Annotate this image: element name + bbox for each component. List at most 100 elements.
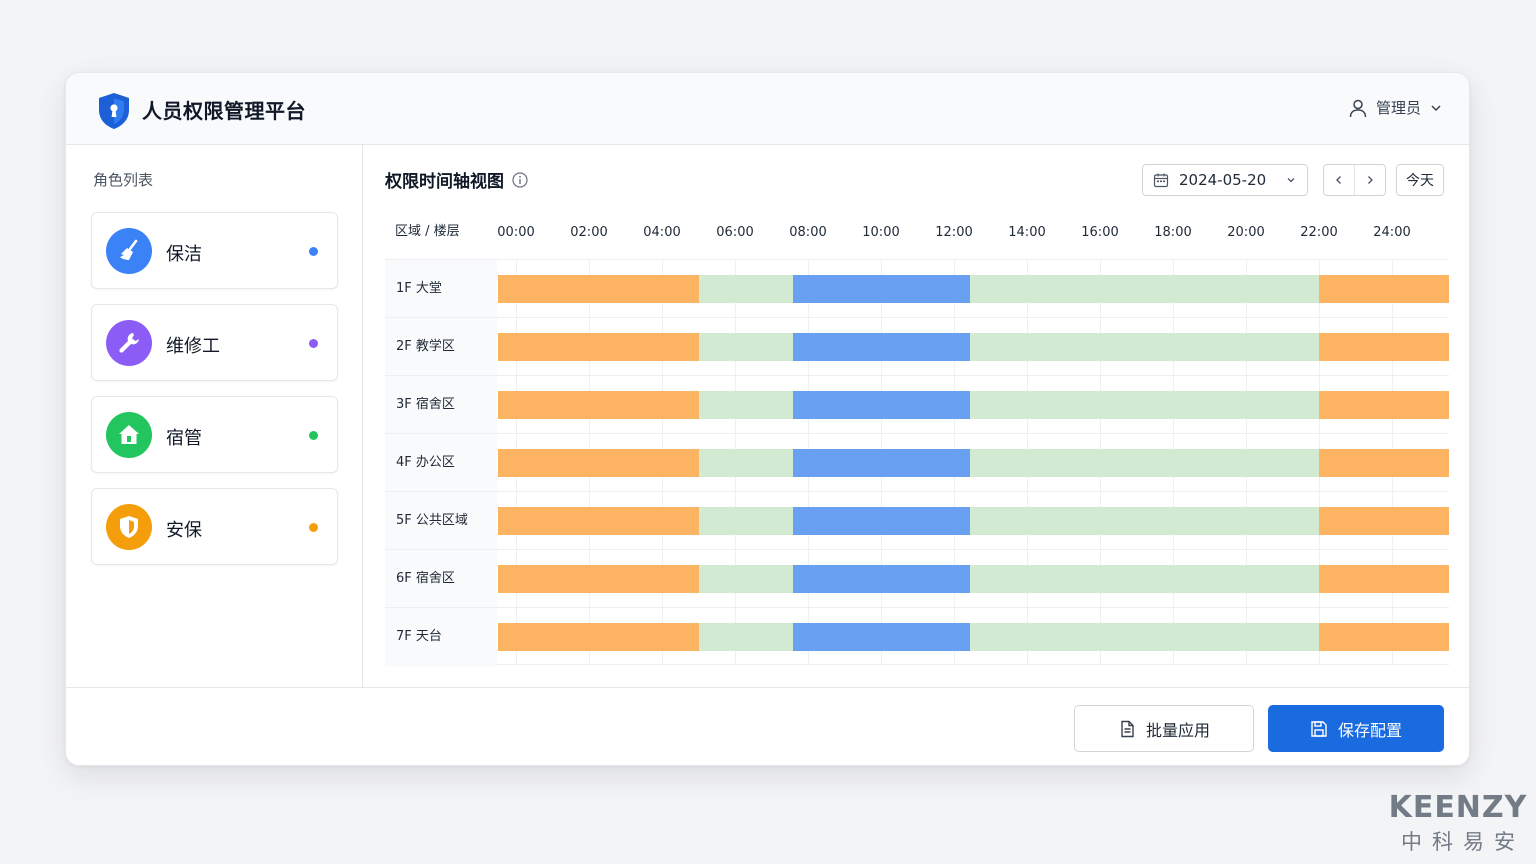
time-tick-label: 18:00 — [1154, 225, 1192, 240]
permission-segment-green[interactable] — [970, 623, 1319, 651]
role-card-cleaner[interactable]: 保洁 — [91, 212, 338, 289]
time-tick-label: 20:00 — [1227, 225, 1265, 240]
timeline-row: 6F 宿舍区 — [385, 549, 1449, 608]
permission-segment-green[interactable] — [698, 449, 794, 477]
time-tick-label: 16:00 — [1081, 225, 1119, 240]
permission-segment-orange[interactable] — [497, 565, 699, 593]
info-icon[interactable] — [512, 171, 528, 188]
permission-segment-blue[interactable] — [793, 333, 971, 361]
date-nav-group — [1323, 164, 1386, 196]
batch-apply-button[interactable]: 批量应用 — [1074, 705, 1254, 752]
permission-segment-blue[interactable] — [793, 449, 971, 477]
panel-title: 权限时间轴视图 — [385, 167, 528, 192]
permission-segment-green[interactable] — [970, 565, 1319, 593]
permission-segment-green[interactable] — [970, 275, 1319, 303]
permission-segment-orange[interactable] — [497, 275, 699, 303]
app-header: 人员权限管理平台 管理员 — [66, 73, 1469, 145]
timeline-row: 2F 教学区 — [385, 317, 1449, 376]
permission-segment-blue[interactable] — [793, 623, 971, 651]
permission-segment-green[interactable] — [698, 507, 794, 535]
permission-segment-green[interactable] — [698, 333, 794, 361]
panel-title-text: 权限时间轴视图 — [385, 172, 504, 192]
chevron-left-icon — [1336, 176, 1341, 184]
permission-segment-blue[interactable] — [793, 507, 971, 535]
wrench-icon — [106, 320, 152, 366]
broom-icon — [106, 228, 152, 274]
row-area-label: 5F 公共区域 — [385, 492, 497, 550]
today-button[interactable]: 今天 — [1396, 164, 1444, 196]
permission-segment-blue[interactable] — [793, 391, 971, 419]
timeline-row: 1F 大堂 — [385, 259, 1449, 318]
time-tick-label: 04:00 — [643, 225, 681, 240]
role-card-security[interactable]: 安保 — [91, 488, 338, 565]
calendar-icon — [1153, 173, 1169, 188]
role-status-dot — [309, 247, 318, 256]
time-tick-label: 02:00 — [570, 225, 608, 240]
permission-segment-blue[interactable] — [793, 275, 971, 303]
permission-segment-orange[interactable] — [497, 449, 699, 477]
permission-segment-green[interactable] — [970, 507, 1319, 535]
permission-segment-orange[interactable] — [497, 391, 699, 419]
row-area-label: 2F 教学区 — [385, 318, 497, 376]
chevron-down-icon — [1431, 104, 1441, 111]
user-menu[interactable]: 管理员 — [1348, 97, 1443, 118]
role-status-dot — [309, 431, 318, 440]
chevron-down-icon — [1287, 178, 1295, 183]
permission-segment-green[interactable] — [698, 275, 794, 303]
permission-segment-green[interactable] — [698, 565, 794, 593]
action-footer: 批量应用 保存配置 — [66, 687, 1469, 765]
brand-watermark: KEENZY 中科易安 — [1380, 790, 1536, 856]
app-title: 人员权限管理平台 — [142, 99, 306, 123]
area-column-header: 区域 / 楼层 — [395, 224, 460, 239]
permission-segment-green[interactable] — [970, 391, 1319, 419]
role-card-dorm-manager[interactable]: 宿管 — [91, 396, 338, 473]
prev-day-button[interactable] — [1324, 165, 1354, 195]
home-icon — [106, 412, 152, 458]
role-card-maintenance[interactable]: 维修工 — [91, 304, 338, 381]
batch-apply-label: 批量应用 — [1145, 720, 1210, 740]
timeline-grid: 区域 / 楼层 00:00 02:00 04:00 06:00 08:00 10:00 12… — [385, 207, 1449, 669]
permission-segment-orange[interactable] — [497, 623, 699, 651]
app-window: 人员权限管理平台 管理员 角色列表 保洁 维修工 宿管 安保 权限时间轴视图 2… — [65, 72, 1470, 766]
row-area-label: 4F 办公区 — [385, 434, 497, 492]
permission-segment-orange[interactable] — [1319, 391, 1449, 419]
role-label: 宿管 — [166, 428, 202, 449]
time-tick-label: 08:00 — [789, 225, 827, 240]
permission-segment-green[interactable] — [970, 333, 1319, 361]
permission-segment-orange[interactable] — [1319, 333, 1449, 361]
role-status-dot — [309, 523, 318, 532]
permission-segment-orange[interactable] — [1319, 623, 1449, 651]
row-area-label: 7F 天台 — [385, 608, 497, 666]
permission-segment-orange[interactable] — [1319, 507, 1449, 535]
role-sidebar: 角色列表 保洁 维修工 宿管 安保 — [66, 145, 363, 687]
watermark-brand: KEENZY — [1388, 790, 1528, 825]
save-icon — [1311, 720, 1327, 737]
user-icon — [1349, 99, 1367, 117]
permission-segment-green[interactable] — [698, 623, 794, 651]
shield-logo-icon — [99, 93, 129, 129]
save-config-button[interactable]: 保存配置 — [1268, 705, 1444, 752]
time-tick-label: 06:00 — [716, 225, 754, 240]
permission-segment-orange[interactable] — [1319, 275, 1449, 303]
timeline-row: 5F 公共区域 — [385, 491, 1449, 550]
time-tick-label: 12:00 — [935, 225, 973, 240]
permission-segment-orange[interactable] — [497, 507, 699, 535]
row-area-label: 3F 宿舍区 — [385, 376, 497, 434]
permission-segment-green[interactable] — [970, 449, 1319, 477]
row-area-label: 6F 宿舍区 — [385, 550, 497, 608]
role-label: 安保 — [166, 520, 202, 541]
time-tick-label: 10:00 — [862, 225, 900, 240]
permission-segment-orange[interactable] — [497, 333, 699, 361]
permission-segment-blue[interactable] — [793, 565, 971, 593]
role-status-dot — [309, 339, 318, 348]
next-day-button[interactable] — [1354, 165, 1385, 195]
role-label: 保洁 — [166, 244, 202, 265]
permission-segment-green[interactable] — [698, 391, 794, 419]
user-name: 管理员 — [1375, 99, 1421, 117]
time-tick-label: 22:00 — [1300, 225, 1338, 240]
timeline-row: 7F 天台 — [385, 607, 1449, 666]
permission-segment-orange[interactable] — [1319, 449, 1449, 477]
time-tick-label: 14:00 — [1008, 225, 1046, 240]
date-picker[interactable]: 2024-05-20 — [1142, 164, 1308, 196]
permission-segment-orange[interactable] — [1319, 565, 1449, 593]
